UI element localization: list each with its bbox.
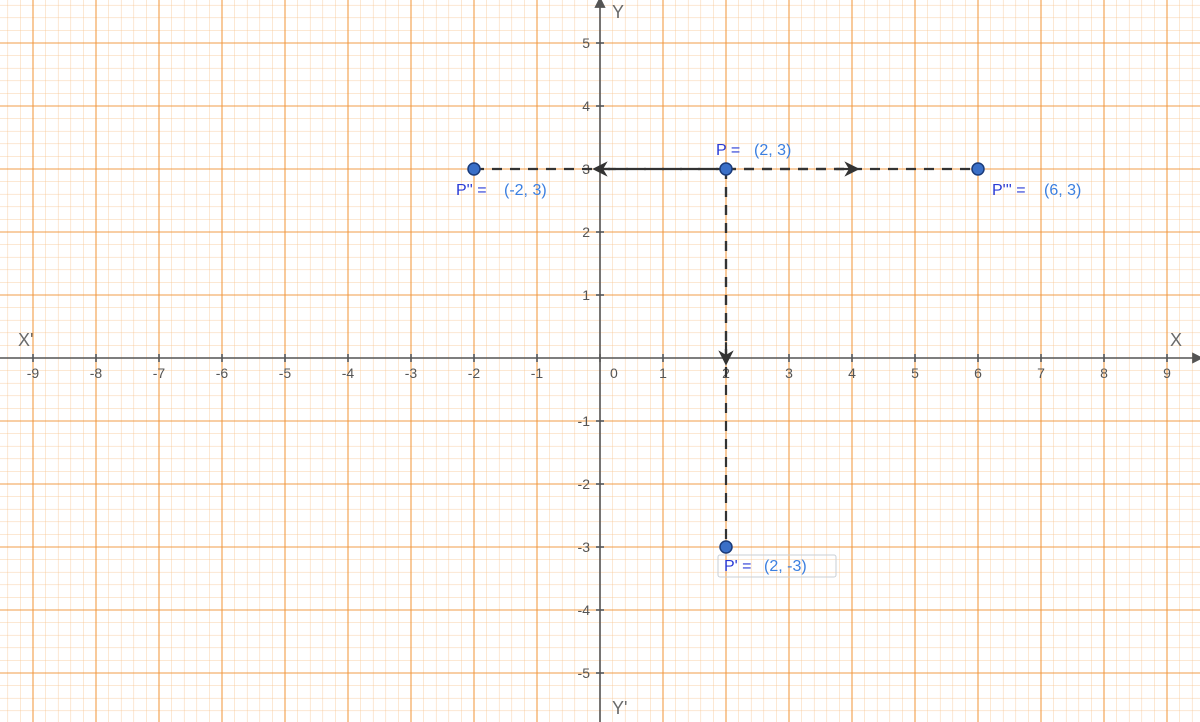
x-tick-label: -3 <box>405 365 418 381</box>
axis-label-y-positive: Y <box>612 2 624 22</box>
x-tick-label: 4 <box>848 365 856 381</box>
point-P[interactable] <box>720 163 732 175</box>
axis-label-x-positive: X <box>1170 330 1182 350</box>
origin-label: 0 <box>610 365 618 381</box>
point-label-name: P' = <box>724 558 752 575</box>
x-tick-label: 9 <box>1163 365 1171 381</box>
point-label-coord: (2, -3) <box>764 558 807 575</box>
point-label-name: P'' = <box>456 182 487 199</box>
y-tick-label: 4 <box>582 98 590 114</box>
point-label-coord: (2, 3) <box>754 142 791 159</box>
x-tick-label: -7 <box>153 365 166 381</box>
point-label-coord: (-2, 3) <box>504 182 547 199</box>
y-tick-label: -5 <box>578 665 591 681</box>
x-tick-label: -6 <box>216 365 229 381</box>
point-P''[interactable] <box>468 163 480 175</box>
x-tick-label: -5 <box>279 365 292 381</box>
y-tick-label: -4 <box>578 602 591 618</box>
axis-label-y-negative: Y' <box>612 698 627 718</box>
y-tick-label: 5 <box>582 35 590 51</box>
point-label-name: P''' = <box>992 182 1026 199</box>
x-tick-label: -9 <box>27 365 40 381</box>
x-tick-label: -2 <box>468 365 481 381</box>
point-label-coord: (6, 3) <box>1044 182 1081 199</box>
x-tick-label: -1 <box>531 365 544 381</box>
point-P'[interactable] <box>720 541 732 553</box>
x-tick-label: 5 <box>911 365 919 381</box>
axis-label-x-negative: X' <box>18 330 33 350</box>
x-tick-label: 7 <box>1037 365 1045 381</box>
x-tick-label: 6 <box>974 365 982 381</box>
x-tick-label: 8 <box>1100 365 1108 381</box>
y-tick-label: 2 <box>582 224 590 240</box>
x-tick-label: 3 <box>785 365 793 381</box>
point-label-name: P = <box>716 142 740 159</box>
y-tick-label: -2 <box>578 476 591 492</box>
x-tick-label: -8 <box>90 365 103 381</box>
x-tick-label: -4 <box>342 365 355 381</box>
coordinate-plane[interactable]: -9-8-7-6-5-4-3-2-1123456789-5-4-3-2-1123… <box>0 0 1200 722</box>
y-tick-label: -1 <box>578 413 591 429</box>
x-tick-label: 1 <box>659 365 667 381</box>
y-tick-label: 1 <box>582 287 590 303</box>
point-P'''[interactable] <box>972 163 984 175</box>
y-tick-label: -3 <box>578 539 591 555</box>
